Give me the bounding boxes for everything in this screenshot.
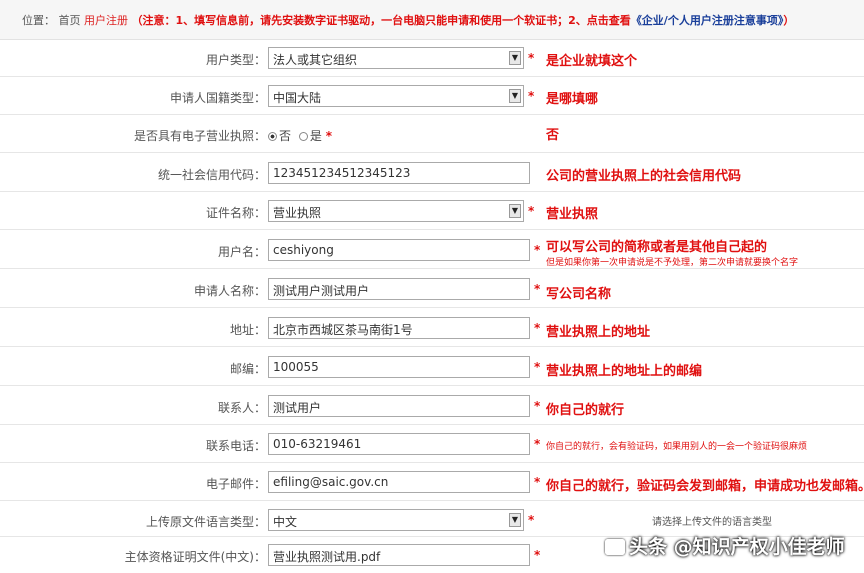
- form-row-address: 地址： 北京市西城区茶马南街1号 * 营业执照上的地址: [0, 311, 864, 347]
- annotation-nationality: 是哪填哪: [546, 92, 599, 107]
- username-value: ceshiyong: [273, 243, 334, 257]
- form-row-contact: 联系人： 测试用户 * 你自己的就行: [0, 389, 864, 425]
- chevron-down-icon[interactable]: ▼: [509, 51, 521, 65]
- annotation-username: 可以写公司的简称或者是其他自己起的: [546, 240, 768, 255]
- annotation-email: 你自己的就行，验证码会发到邮箱，申请成功也发邮箱。: [546, 479, 864, 494]
- applicant-name-input[interactable]: 测试用户测试用户: [268, 278, 530, 300]
- breadcrumb-current: 用户注册: [84, 14, 128, 27]
- radio-yes[interactable]: [298, 132, 308, 141]
- contact-label: 联系人：: [217, 401, 266, 415]
- annotation-e-license: 否: [546, 128, 560, 143]
- user-type-label: 用户类型：: [205, 53, 266, 67]
- annotation-user-type: 是企业就填这个: [546, 54, 638, 69]
- notice-link[interactable]: 《企业/个人用户注册注意事项》: [631, 14, 784, 27]
- required-mark: *: [534, 437, 541, 451]
- subject-doc-value: 营业执照测试用.pdf: [273, 550, 381, 564]
- phone-label: 联系电话：: [205, 439, 266, 453]
- required-mark: *: [325, 129, 332, 143]
- upload-lang-label: 上传原文件语言类型：: [145, 515, 266, 529]
- required-mark: *: [534, 243, 541, 257]
- form-row-phone: 联系电话： 010-63219461 * 你自己的就行，会有验证码，如果用别人的…: [0, 427, 864, 463]
- annotation-postcode: 营业执照上的地址上的邮编: [546, 364, 703, 379]
- required-mark: *: [534, 399, 541, 413]
- user-type-value: 法人或其它组织: [273, 53, 358, 67]
- camera-icon: [605, 539, 625, 555]
- contact-value: 测试用户: [273, 401, 322, 415]
- annotation-cert-name: 营业执照: [546, 207, 599, 222]
- applicant-name-value: 测试用户测试用户: [273, 284, 370, 298]
- upload-lang-select[interactable]: 中文 ▼: [268, 509, 524, 531]
- email-label: 电子邮件：: [205, 477, 266, 491]
- user-type-select[interactable]: 法人或其它组织 ▼: [268, 47, 524, 69]
- postcode-input[interactable]: 100055: [268, 356, 530, 378]
- required-mark: *: [534, 321, 541, 335]
- nationality-value: 中国大陆: [273, 91, 322, 105]
- username-label: 用户名：: [217, 245, 266, 259]
- phone-input[interactable]: 010-63219461: [268, 433, 530, 455]
- contact-input[interactable]: 测试用户: [268, 395, 530, 417]
- cert-name-select[interactable]: 营业执照 ▼: [268, 200, 524, 222]
- required-mark: *: [528, 89, 535, 103]
- form-row-username: 用户名： ceshiyong * 可以写公司的简称或者是其他自己起的 但是如果你…: [0, 233, 864, 269]
- postcode-label: 邮编：: [229, 362, 266, 376]
- required-mark: *: [534, 282, 541, 296]
- e-license-label: 是否具有电子营业执照：: [133, 129, 266, 143]
- form-row-postcode: 邮编： 100055 * 营业执照上的地址上的邮编: [0, 350, 864, 386]
- annotation-credit-code: 公司的营业执照上的社会信用代码: [546, 169, 742, 184]
- required-mark: *: [528, 513, 535, 527]
- required-mark: *: [534, 475, 541, 489]
- e-license-radio-group: 否 是 *: [268, 127, 332, 144]
- address-value: 北京市西城区茶马南街1号: [273, 323, 413, 337]
- notice-text: （注意：1、填写信息前，请先安装数字证书驱动，一台电脑只能申请和使用一个软证书；…: [131, 14, 631, 27]
- username-input[interactable]: ceshiyong: [268, 239, 530, 261]
- upload-lang-hint: 请选择上传文件的语言类型: [652, 517, 772, 528]
- address-label: 地址：: [229, 323, 266, 337]
- form-row-nationality: 申请人国籍类型： 中国大陆 ▼ * 是哪填哪: [0, 79, 864, 115]
- cert-name-label: 证件名称：: [205, 206, 266, 220]
- required-mark: *: [534, 360, 541, 374]
- phone-value: 010-63219461: [273, 437, 362, 451]
- required-mark: *: [528, 51, 535, 65]
- subject-doc-file-input[interactable]: 营业执照测试用.pdf: [268, 544, 530, 566]
- form-row-cert-name: 证件名称： 营业执照 ▼ * 营业执照: [0, 194, 864, 230]
- breadcrumb-position-label: 位置：: [22, 14, 55, 27]
- radio-no[interactable]: [268, 132, 277, 141]
- upload-lang-value: 中文: [273, 515, 298, 529]
- form-row-applicant-name: 申请人名称： 测试用户测试用户 * 写公司名称: [0, 272, 864, 308]
- notice-suffix: ）: [783, 14, 795, 27]
- nationality-label: 申请人国籍类型：: [169, 91, 266, 105]
- watermark-text: 头条 @知识产权小佳老师: [629, 536, 845, 558]
- cert-name-value: 营业执照: [273, 206, 322, 220]
- annotation-applicant-name: 写公司名称: [546, 287, 612, 302]
- chevron-down-icon[interactable]: ▼: [509, 204, 521, 218]
- form-row-credit-code: 统一社会信用代码： 123451234512345123 公司的营业执照上的社会…: [0, 156, 864, 192]
- breadcrumb-home-link[interactable]: 首页: [59, 14, 81, 27]
- applicant-name-label: 申请人名称：: [193, 284, 266, 298]
- form-row-e-license: 是否具有电子营业执照： 否 是 * 否: [0, 117, 864, 153]
- required-mark: *: [534, 548, 541, 562]
- chevron-down-icon[interactable]: ▼: [509, 89, 521, 103]
- breadcrumb: 位置： 首页 用户注册 （注意：1、填写信息前，请先安装数字证书驱动，一台电脑只…: [0, 0, 864, 40]
- email-input[interactable]: efiling@saic.gov.cn: [268, 471, 530, 493]
- form-row-user-type: 用户类型： 法人或其它组织 ▼ * 是企业就填这个: [0, 41, 864, 77]
- chevron-down-icon[interactable]: ▼: [509, 513, 521, 527]
- credit-code-value: 123451234512345123: [273, 166, 411, 180]
- credit-code-input[interactable]: 123451234512345123: [268, 162, 530, 184]
- form-row-email: 电子邮件： efiling@saic.gov.cn * 你自己的就行，验证码会发…: [0, 465, 864, 501]
- nationality-select[interactable]: 中国大陆 ▼: [268, 85, 524, 107]
- subject-doc-label: 主体资格证明文件(中文)：: [124, 550, 266, 564]
- credit-code-label: 统一社会信用代码：: [157, 168, 266, 182]
- postcode-value: 100055: [273, 360, 319, 374]
- registration-notice: （注意：1、填写信息前，请先安装数字证书驱动，一台电脑只能申请和使用一个软证书；…: [132, 14, 795, 27]
- radio-yes-label: 是: [309, 129, 322, 143]
- address-input[interactable]: 北京市西城区茶马南街1号: [268, 317, 530, 339]
- annotation-username-small: 但是如果你第一次申请说是不予处理，第二次申请就要换个名字: [546, 258, 799, 268]
- annotation-address: 营业执照上的地址: [546, 325, 651, 340]
- watermark: 头条 @知识产权小佳老师: [605, 532, 845, 559]
- required-mark: *: [528, 204, 535, 218]
- annotation-contact: 你自己的就行: [546, 403, 625, 418]
- annotation-phone: 你自己的就行，会有验证码，如果用别人的一会一个验证码很麻烦: [546, 442, 808, 452]
- radio-no-label: 否: [279, 129, 292, 143]
- email-value: efiling@saic.gov.cn: [273, 475, 389, 489]
